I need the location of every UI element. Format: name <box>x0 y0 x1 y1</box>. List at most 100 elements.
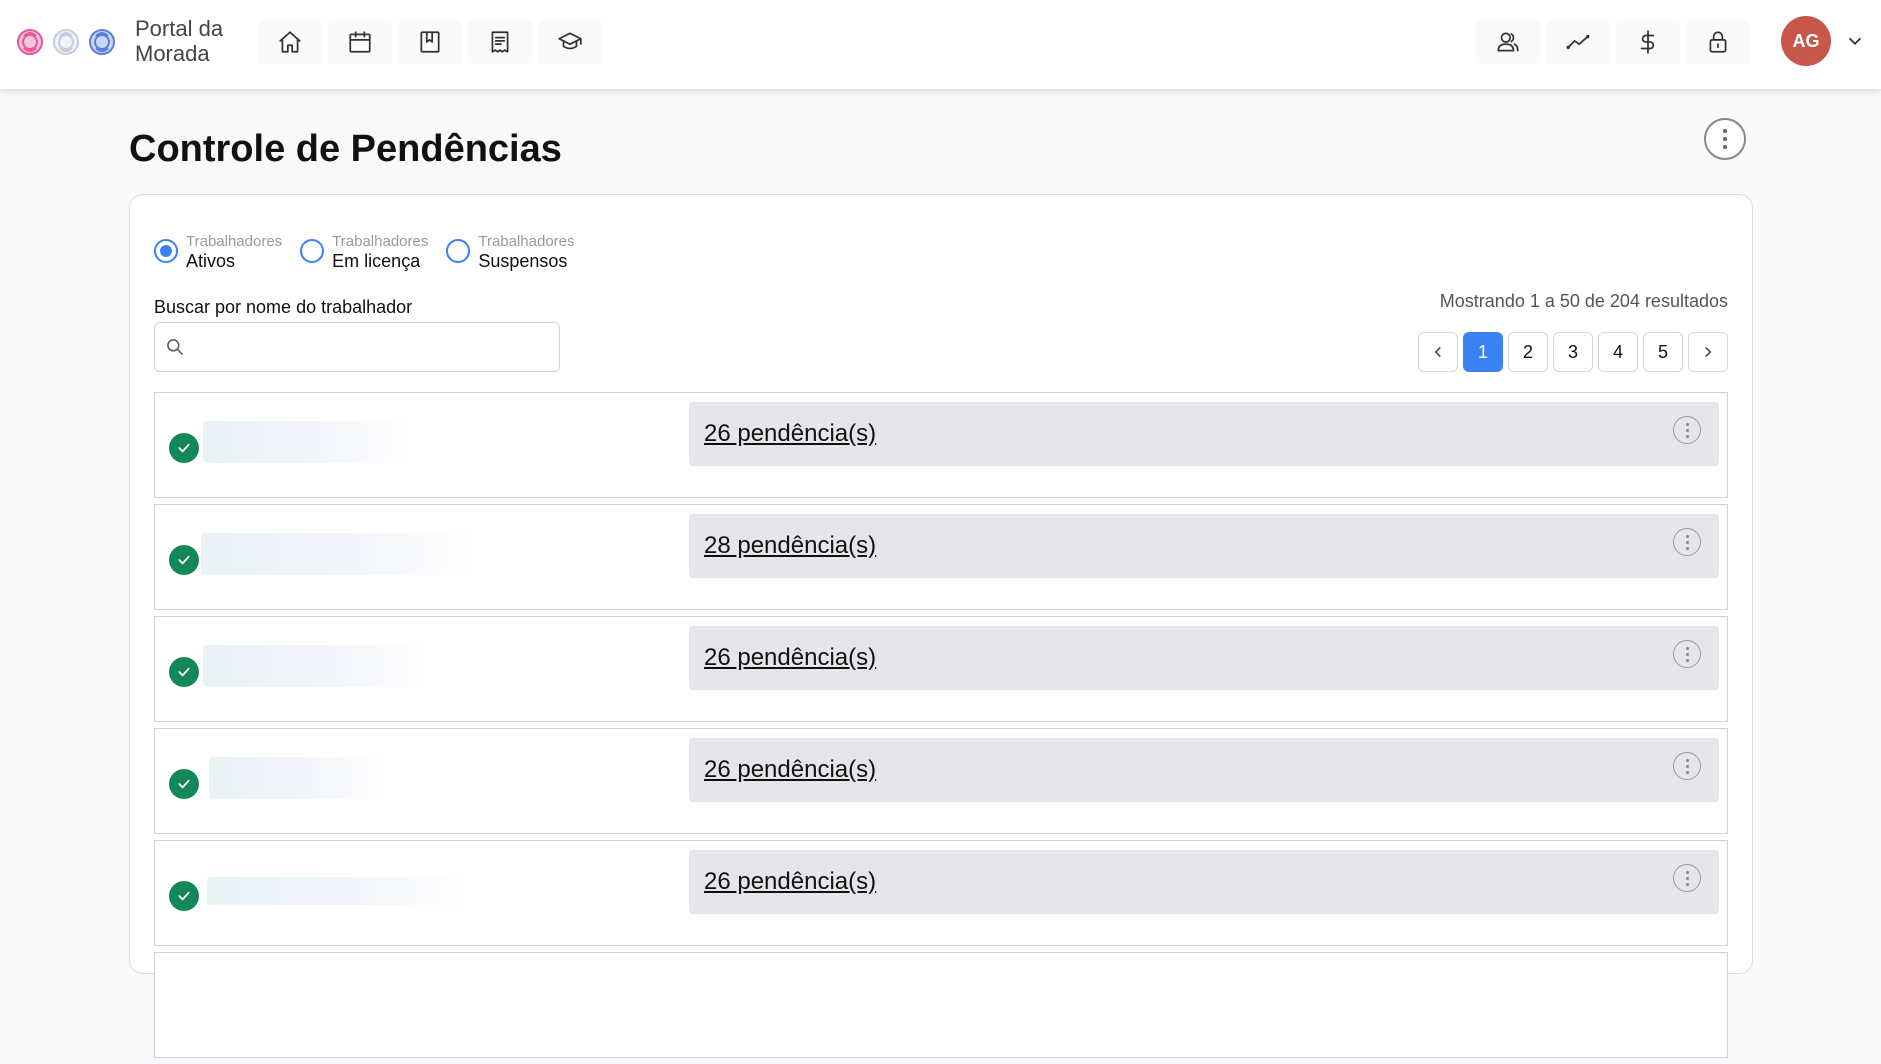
status-ok-badge <box>169 433 199 463</box>
pending-summary: 26 pendência(s) <box>689 626 1719 690</box>
more-vertical-icon <box>1685 534 1689 550</box>
radio-caption: Trabalhadores <box>478 233 575 250</box>
nav-training-button[interactable] <box>538 20 602 64</box>
home-icon <box>279 31 301 53</box>
results-count: Mostrando 1 a 50 de 204 resultados <box>1439 291 1728 311</box>
filter-suspensos[interactable]: Trabalhadores Suspensos <box>446 233 575 271</box>
more-vertical-icon <box>1685 758 1689 774</box>
worker-name-redacted <box>203 421 408 463</box>
status-ok-badge <box>169 881 199 911</box>
radio-caption: Trabalhadores <box>186 233 283 250</box>
page-button-2[interactable]: 2 <box>1508 332 1548 372</box>
worker-row: 26 pendência(s) <box>154 616 1728 722</box>
worker-name-redacted <box>209 757 384 799</box>
user-menu-toggle[interactable] <box>1844 30 1866 52</box>
nav-security-button[interactable] <box>1686 20 1750 64</box>
main-nav <box>258 20 602 64</box>
worker-row: 26 pendência(s) <box>154 392 1728 498</box>
worker-name-redacted <box>203 645 428 687</box>
page-button-1[interactable]: 1 <box>1463 332 1503 372</box>
more-vertical-icon <box>1685 870 1689 886</box>
chevron-left-icon <box>1434 347 1441 357</box>
nav-book-button[interactable] <box>398 20 462 64</box>
radio-caption: Trabalhadores <box>332 233 429 250</box>
worker-list: 26 pendência(s) 28 pendência(s) 26 pendê… <box>154 392 1728 1064</box>
nav-home-button[interactable] <box>258 20 322 64</box>
pagination: 1 2 3 4 5 <box>1418 332 1728 372</box>
worker-row: 26 pendência(s) <box>154 840 1728 946</box>
radio-label: Ativos <box>186 251 236 271</box>
page-button-4[interactable]: 4 <box>1598 332 1638 372</box>
calendar-icon <box>349 31 371 53</box>
page-button-3[interactable]: 3 <box>1553 332 1593 372</box>
pending-count-link[interactable]: 28 pendência(s) <box>704 532 876 560</box>
worker-name-redacted <box>201 533 471 575</box>
pending-summary: 28 pendência(s) <box>689 514 1719 578</box>
pending-count-link[interactable]: 26 pendência(s) <box>704 420 876 448</box>
trend-chart-icon <box>1566 34 1590 50</box>
secondary-nav <box>1476 20 1750 64</box>
radio-checked[interactable] <box>154 239 178 263</box>
radio-label: Em licença <box>332 251 421 271</box>
radio-unchecked[interactable] <box>300 239 325 263</box>
worker-row: 28 pendência(s) <box>154 504 1728 610</box>
status-ok-badge <box>169 657 199 687</box>
status-ok-badge <box>169 769 199 799</box>
users-icon <box>1497 32 1519 52</box>
row-options-button[interactable] <box>1673 416 1701 444</box>
pending-summary: 26 pendência(s) <box>689 850 1719 914</box>
top-navigation-bar: Portal da Morada AG <box>0 0 1881 90</box>
worker-status-filter: Trabalhadores Ativos Trabalhadores Em li… <box>154 233 575 271</box>
radio-label: Suspensos <box>478 251 568 271</box>
portal-logo-icon[interactable] <box>12 24 120 60</box>
brand-name: Portal da Morada <box>135 16 224 66</box>
check-icon <box>178 555 190 565</box>
filter-em-licenca[interactable]: Trabalhadores Em licença <box>300 233 428 271</box>
row-options-button[interactable] <box>1673 640 1701 668</box>
prev-page-button[interactable] <box>1418 332 1458 372</box>
check-icon <box>178 891 190 901</box>
more-vertical-icon <box>1685 646 1689 662</box>
pending-control-card: Trabalhadores Ativos Trabalhadores Em li… <box>129 194 1753 1058</box>
check-icon <box>178 779 190 789</box>
user-avatar[interactable]: AG <box>1781 16 1831 66</box>
graduation-cap-icon <box>558 32 582 50</box>
search-icon <box>167 339 184 356</box>
nav-calendar-button[interactable] <box>328 20 392 64</box>
next-page-button[interactable] <box>1688 332 1728 372</box>
page-title: Controle de Pendências <box>129 128 562 170</box>
lock-icon <box>1709 31 1727 53</box>
radio-unchecked[interactable] <box>446 239 471 263</box>
search-field[interactable] <box>154 322 560 372</box>
dollar-icon <box>1640 30 1655 54</box>
check-icon <box>178 667 190 677</box>
pending-summary: 26 pendência(s) <box>689 402 1719 466</box>
bookmark-book-icon <box>420 31 440 53</box>
pending-count-link[interactable]: 26 pendência(s) <box>704 756 876 784</box>
search-input[interactable] <box>193 327 559 367</box>
search-label: Buscar por nome do trabalhador <box>154 297 413 317</box>
chevron-down-icon <box>1848 37 1862 46</box>
worker-row: 26 pendência(s) <box>154 728 1728 834</box>
page-options-button[interactable] <box>1704 118 1746 160</box>
worker-name-redacted <box>207 877 467 905</box>
check-icon <box>178 443 190 453</box>
more-vertical-icon <box>1723 129 1727 149</box>
more-vertical-icon <box>1685 422 1689 438</box>
nav-receipt-button[interactable] <box>468 20 532 64</box>
status-ok-badge <box>169 545 199 575</box>
nav-finance-button[interactable] <box>1616 20 1680 64</box>
nav-users-button[interactable] <box>1476 20 1540 64</box>
worker-row <box>154 952 1728 1058</box>
chevron-right-icon <box>1705 347 1712 357</box>
pending-summary: 26 pendência(s) <box>689 738 1719 802</box>
pending-count-link[interactable]: 26 pendência(s) <box>704 644 876 672</box>
nav-reports-button[interactable] <box>1546 20 1610 64</box>
receipt-icon <box>491 31 509 53</box>
pending-count-link[interactable]: 26 pendência(s) <box>704 868 876 896</box>
filter-ativos[interactable]: Trabalhadores Ativos <box>154 233 282 271</box>
row-options-button[interactable] <box>1673 528 1701 556</box>
page-button-5[interactable]: 5 <box>1643 332 1683 372</box>
row-options-button[interactable] <box>1673 864 1701 892</box>
row-options-button[interactable] <box>1673 752 1701 780</box>
